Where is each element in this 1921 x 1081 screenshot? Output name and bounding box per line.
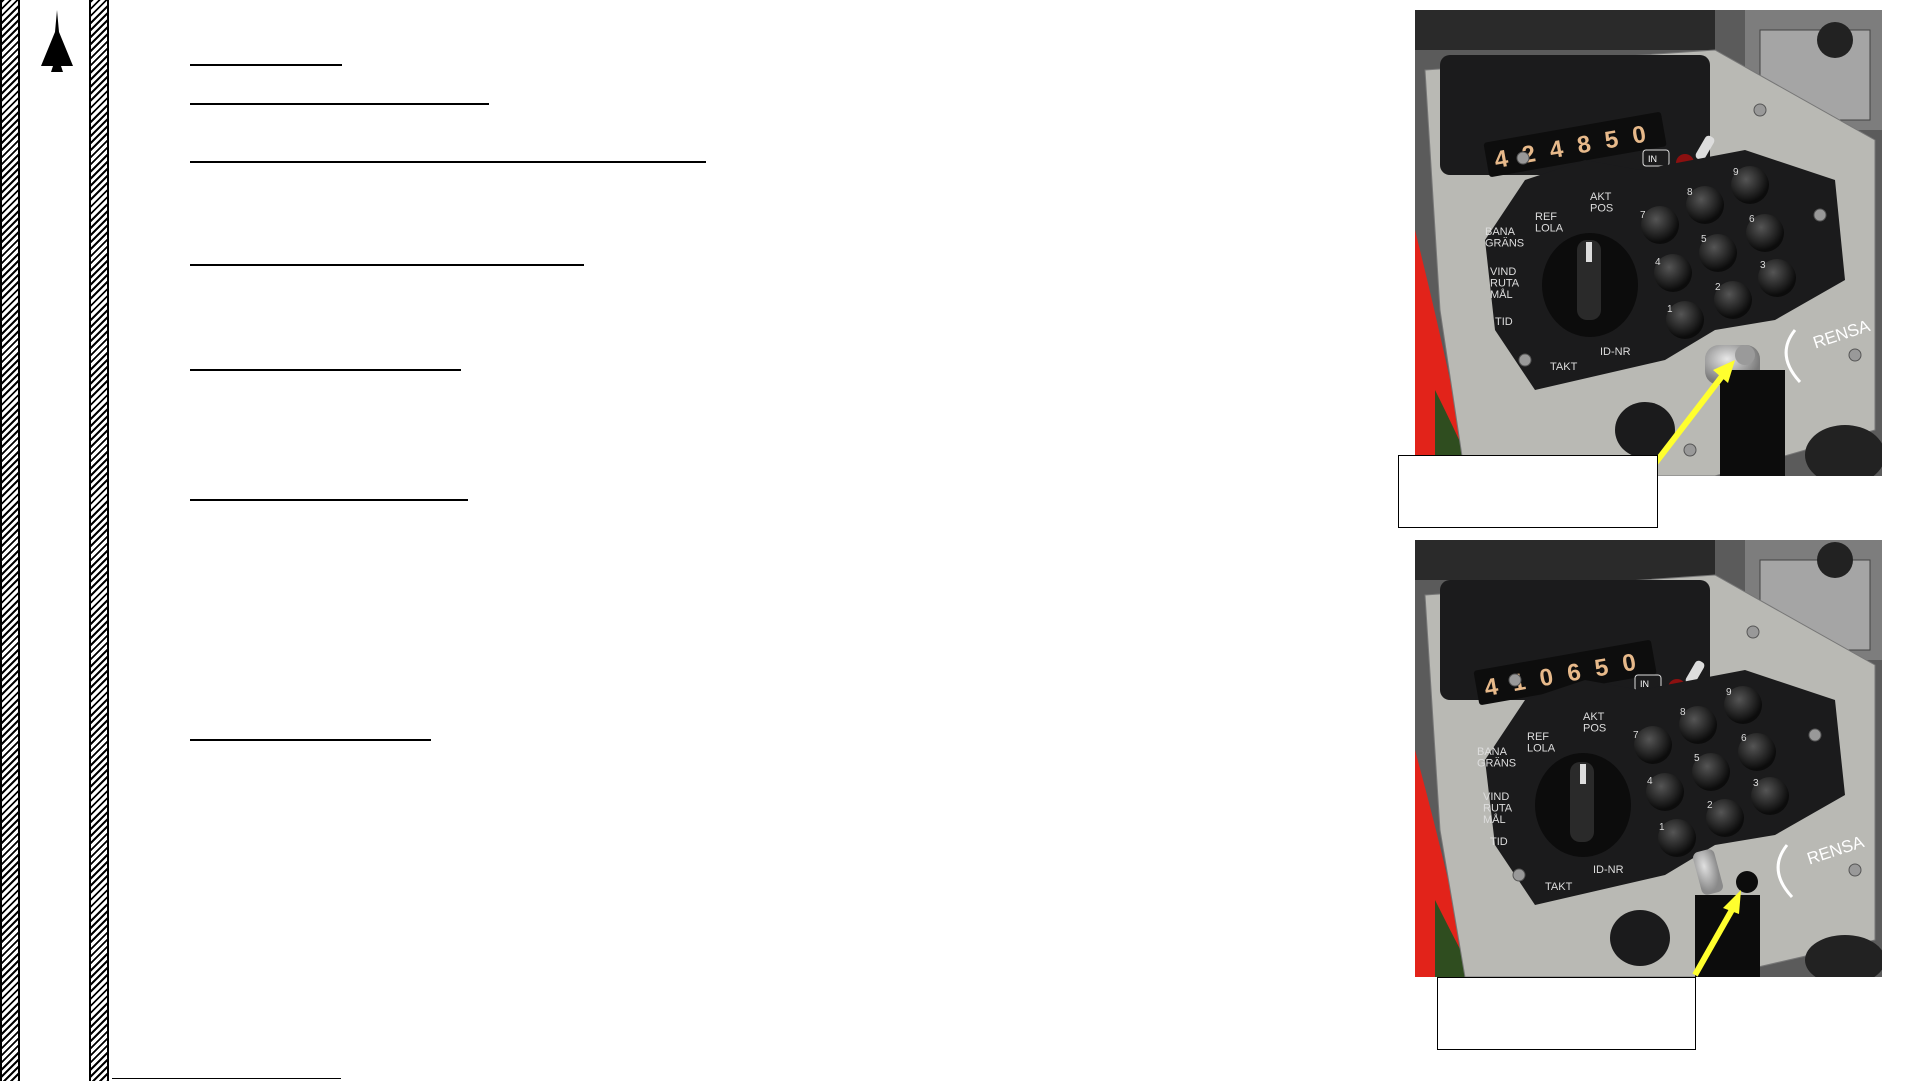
indicator-label: IN bbox=[1648, 154, 1657, 164]
heading-underline-5 bbox=[190, 369, 461, 371]
keypad-number: 4 bbox=[1647, 776, 1653, 787]
keypad-number: 1 bbox=[1659, 822, 1665, 833]
heading-underline-4 bbox=[190, 264, 584, 266]
keypad-number: 2 bbox=[1715, 282, 1721, 293]
keypad-number: 1 bbox=[1667, 304, 1673, 315]
selector-label: AKT POS bbox=[1583, 711, 1606, 735]
heading-underline-3 bbox=[190, 161, 706, 163]
keypad-number: 7 bbox=[1633, 730, 1639, 741]
keypad-number: 8 bbox=[1680, 707, 1686, 718]
keypad-number: 4 bbox=[1655, 257, 1661, 268]
footer-rule bbox=[112, 1078, 341, 1079]
heading-underline-7 bbox=[190, 739, 431, 741]
callout-box-bottom bbox=[1437, 977, 1696, 1050]
keypad-number: 6 bbox=[1741, 733, 1747, 744]
keypad-number: 7 bbox=[1640, 210, 1646, 221]
selector-label: ID-NR bbox=[1593, 864, 1624, 876]
keypad-number: 9 bbox=[1733, 167, 1739, 178]
selector-label: TID bbox=[1490, 836, 1508, 848]
callout-box-top bbox=[1398, 455, 1658, 528]
cockpit-photo-bottom: 4 1 0 6 5 0 IN BANAGRÄNS REFLOLA AKTPOS … bbox=[1415, 540, 1882, 977]
keypad-number: 5 bbox=[1694, 753, 1700, 764]
keypad-number: 2 bbox=[1707, 800, 1713, 811]
selector-label: TAKT bbox=[1550, 361, 1578, 373]
heading-underline-6 bbox=[190, 499, 468, 501]
inner-hatch-border bbox=[89, 0, 109, 1081]
indicator-label: IN bbox=[1640, 679, 1649, 689]
keypad-number: 9 bbox=[1726, 687, 1732, 698]
keypad-number: 5 bbox=[1701, 234, 1707, 245]
rensa-clear-button[interactable] bbox=[1736, 871, 1758, 893]
data-panel-illustration: 4 2 4 8 5 0 IN BANA GRÄNS REF LOLA AKT POS … bbox=[1415, 10, 1882, 476]
left-hatch-border bbox=[0, 0, 20, 1081]
keypad-number: 3 bbox=[1753, 778, 1759, 789]
heading-underline-2 bbox=[190, 103, 489, 105]
heading-underline-1 bbox=[190, 64, 342, 66]
selector-label: TID bbox=[1495, 316, 1513, 328]
selector-label: AKT POS bbox=[1590, 191, 1613, 215]
aircraft-logo-icon bbox=[41, 10, 73, 72]
cockpit-photo-top: 4 2 4 8 5 0 IN BANA GRÄNS REF LOLA AKT POS … bbox=[1415, 10, 1882, 476]
data-panel-illustration: 4 1 0 6 5 0 IN BANAGRÄNS REFLOLA AKTPOS … bbox=[1415, 540, 1882, 977]
keypad-number: 8 bbox=[1687, 187, 1693, 198]
keypad-key[interactable] bbox=[1634, 726, 1672, 764]
keypad-number: 3 bbox=[1760, 260, 1766, 271]
keypad-number: 6 bbox=[1749, 214, 1755, 225]
selector-label: TAKT bbox=[1545, 881, 1573, 893]
selector-label: ID-NR bbox=[1600, 346, 1631, 358]
keypad-key[interactable] bbox=[1641, 206, 1679, 244]
